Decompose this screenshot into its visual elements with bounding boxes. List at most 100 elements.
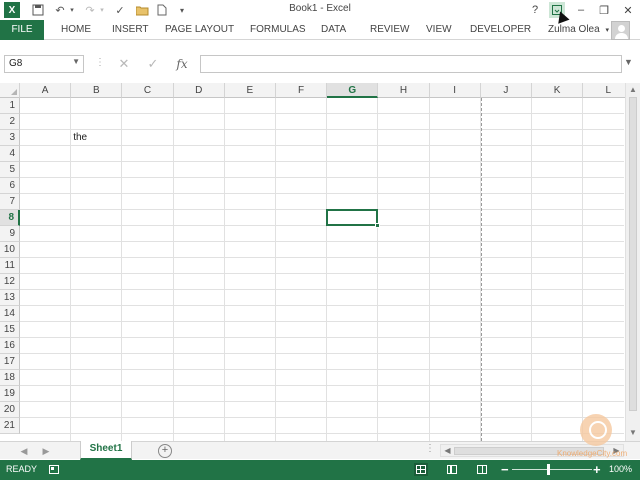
restore-icon[interactable]: ❐ [596, 2, 612, 18]
gridline-horizontal [20, 305, 624, 306]
row-header-8[interactable]: 8 [0, 210, 20, 226]
gridline-vertical [428, 98, 430, 441]
active-cell-selection[interactable] [326, 209, 379, 226]
tab-insert[interactable]: INSERT [112, 20, 149, 40]
column-header-d[interactable]: D [173, 83, 225, 98]
gridline-horizontal [20, 369, 624, 370]
zoom-slider[interactable] [512, 469, 592, 470]
zoom-in-icon[interactable]: + [593, 462, 601, 477]
gridline-horizontal [20, 241, 624, 242]
confirm-entry-icon[interactable]: ✓ [144, 55, 162, 73]
row-header-5[interactable]: 5 [0, 162, 20, 178]
row-header-11[interactable]: 11 [0, 258, 20, 274]
fill-handle[interactable] [375, 223, 381, 228]
vertical-scroll-thumb[interactable] [629, 97, 637, 411]
sheet-tab[interactable]: Sheet1 [80, 441, 132, 460]
row-header-1[interactable]: 1 [0, 98, 20, 114]
close-icon[interactable]: ✕ [620, 2, 636, 18]
row-header-21[interactable]: 21 [0, 418, 20, 434]
macro-record-icon[interactable] [49, 465, 59, 474]
column-header-b[interactable]: B [71, 83, 123, 98]
tab-formulas[interactable]: FORMULAS [250, 20, 306, 40]
gridline-horizontal [20, 417, 624, 418]
ribbon-tabs: FILE HOME INSERT PAGE LAYOUT FORMULAS DA… [0, 20, 640, 40]
row-header-20[interactable]: 20 [0, 402, 20, 418]
cell-b3[interactable]: the [73, 130, 87, 146]
scroll-up-icon[interactable]: ▲ [628, 85, 638, 95]
formula-input[interactable] [200, 55, 622, 73]
row-header-13[interactable]: 13 [0, 290, 20, 306]
tab-file[interactable]: FILE [0, 20, 44, 40]
row-header-3[interactable]: 3 [0, 130, 20, 146]
page-break-preview-icon[interactable] [475, 463, 489, 476]
formula-bar-grip-icon[interactable]: ⋮ [95, 57, 105, 68]
row-header-10[interactable]: 10 [0, 242, 20, 258]
insert-function-icon[interactable]: fx [173, 55, 191, 73]
row-header-15[interactable]: 15 [0, 322, 20, 338]
column-header-i[interactable]: I [429, 83, 481, 98]
name-box-dropdown-icon[interactable]: ▼ [72, 57, 80, 66]
tab-review[interactable]: REVIEW [370, 20, 409, 40]
column-header-f[interactable]: F [276, 83, 328, 98]
row-header-2[interactable]: 2 [0, 114, 20, 130]
tab-view[interactable]: VIEW [426, 20, 452, 40]
zoom-level[interactable]: 100% [609, 464, 632, 474]
add-sheet-icon[interactable]: + [158, 444, 172, 458]
gridline-vertical [121, 98, 123, 441]
gridline-horizontal [20, 385, 624, 386]
status-bar: READY − + 100% [0, 460, 640, 480]
row-header-19[interactable]: 19 [0, 386, 20, 402]
watermark-logo-icon [580, 414, 612, 446]
scroll-down-icon[interactable]: ▼ [628, 428, 638, 438]
gridline-vertical [377, 98, 379, 441]
worksheet-grid[interactable]: A B C D E F G H I J K L 1 2 3 4 5 6 7 8 9 10 11 12 13 14 15 16 17 18 1… [0, 83, 640, 441]
name-box-value: G8 [9, 58, 23, 69]
row-header-16[interactable]: 16 [0, 338, 20, 354]
column-header-k[interactable]: K [532, 83, 584, 98]
prev-sheet-icon[interactable]: ◀ [18, 444, 30, 458]
column-header-e[interactable]: E [224, 83, 276, 98]
help-icon[interactable]: ? [527, 2, 543, 18]
row-header-14[interactable]: 14 [0, 306, 20, 322]
column-header-c[interactable]: C [122, 83, 174, 98]
select-all-button[interactable] [0, 83, 20, 98]
normal-view-icon[interactable] [414, 463, 428, 476]
tab-page-layout[interactable]: PAGE LAYOUT [165, 20, 234, 40]
tab-split-grip-icon[interactable]: ⋮ [425, 443, 435, 454]
gridline-horizontal [20, 273, 624, 274]
next-sheet-icon[interactable]: ▶ [40, 444, 52, 458]
row-header-7[interactable]: 7 [0, 194, 20, 210]
zoom-slider-thumb[interactable] [547, 464, 550, 475]
expand-formula-bar-icon[interactable]: ▼ [624, 57, 633, 67]
gridline-horizontal [20, 209, 624, 210]
column-header-a[interactable]: A [20, 83, 72, 98]
user-dropdown-icon: ▾ [605, 27, 609, 34]
tab-data[interactable]: DATA [321, 20, 346, 40]
gridline-vertical [275, 98, 276, 441]
scroll-left-icon[interactable]: ◀ [442, 445, 453, 456]
column-header-g[interactable]: G [327, 83, 379, 98]
column-header-j[interactable]: J [480, 83, 532, 98]
row-header-18[interactable]: 18 [0, 370, 20, 386]
tab-developer[interactable]: DEVELOPER [470, 20, 531, 40]
gridline-horizontal [20, 161, 624, 162]
row-header-6[interactable]: 6 [0, 178, 20, 194]
cancel-entry-icon[interactable]: ✕ [115, 55, 133, 73]
user-name: Zulma Olea [548, 24, 600, 35]
zoom-out-icon[interactable]: − [501, 462, 509, 477]
page-layout-view-icon[interactable] [445, 463, 459, 476]
column-header-h[interactable]: H [378, 83, 430, 98]
row-header-12[interactable]: 12 [0, 274, 20, 290]
watermark-text: KnowledgeCity.com [557, 449, 628, 458]
tab-home[interactable]: HOME [61, 20, 91, 40]
name-box[interactable]: G8 ▼ [4, 55, 84, 73]
row-header-4[interactable]: 4 [0, 146, 20, 162]
avatar[interactable] [611, 21, 630, 40]
gridline-horizontal [20, 401, 624, 402]
vertical-scrollbar[interactable]: ▲ ▼ [625, 83, 640, 441]
gridline-vertical [172, 98, 174, 441]
minimize-icon[interactable]: ‒ [573, 2, 589, 18]
row-header-9[interactable]: 9 [0, 226, 20, 242]
row-header-17[interactable]: 17 [0, 354, 20, 370]
gridline-horizontal [20, 225, 624, 226]
